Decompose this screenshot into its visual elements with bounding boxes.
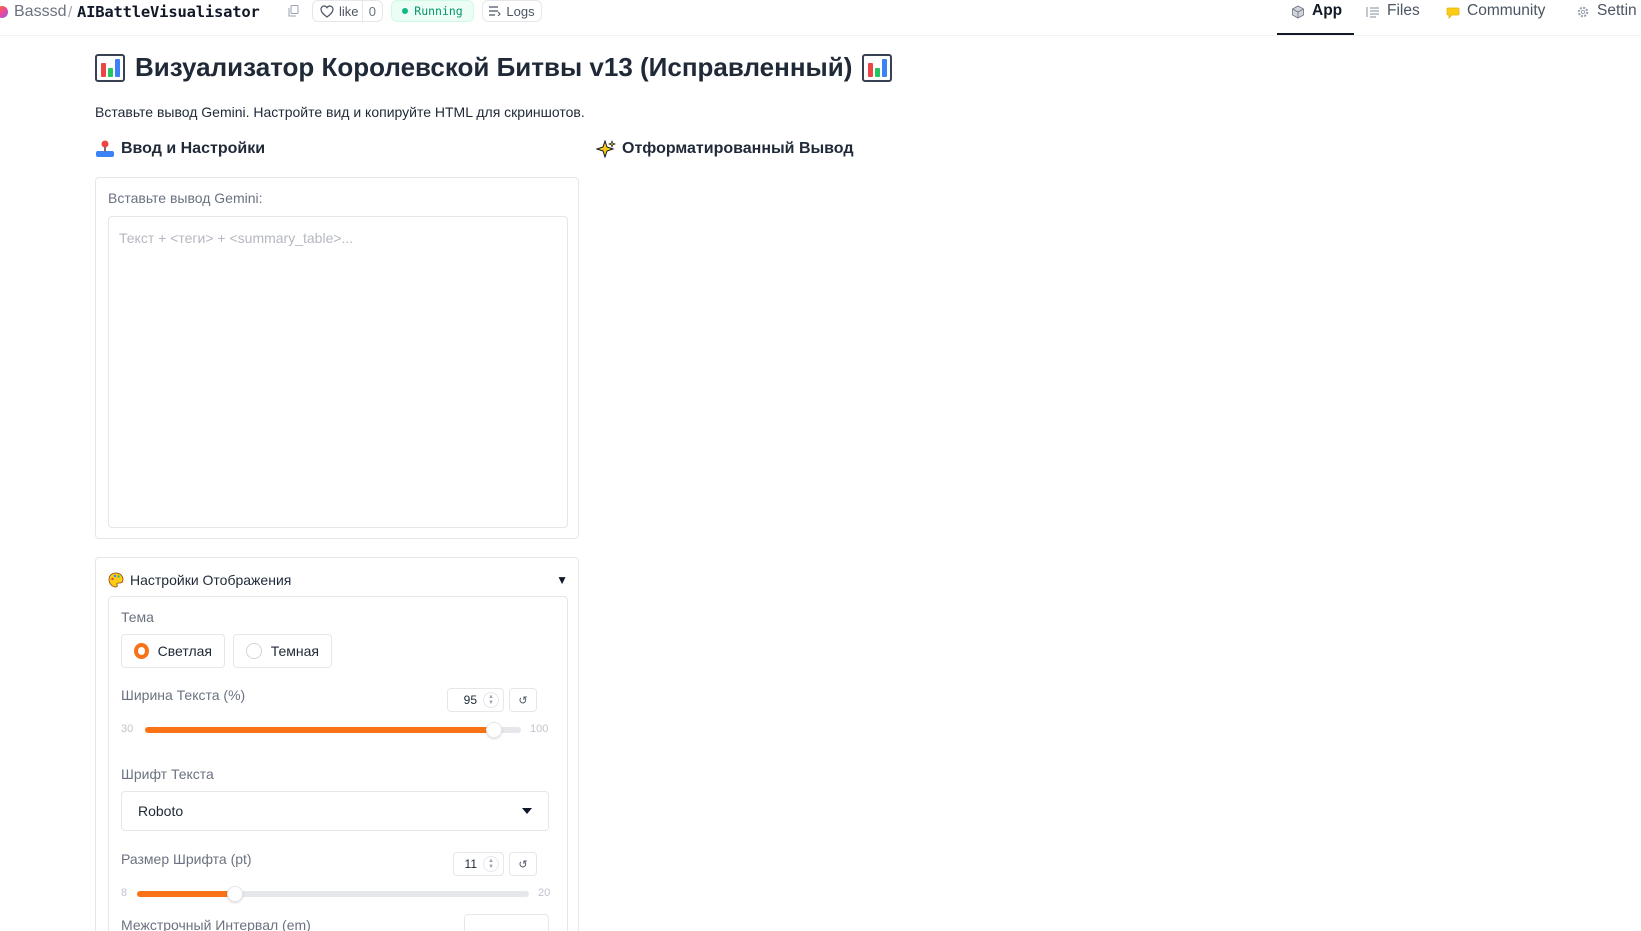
output-section-heading: Отформатированный Вывод <box>596 140 854 158</box>
font-size-reset-button[interactable]: ↺ <box>509 852 537 876</box>
joystick-icon <box>96 140 114 157</box>
tab-files-label: Files <box>1387 2 1420 19</box>
logs-label: Logs <box>506 3 535 19</box>
font-size-min: 8 <box>121 887 128 899</box>
theme-label: Тема <box>121 609 154 625</box>
font-selected-value: Roboto <box>138 803 184 819</box>
radio-checked-icon <box>134 643 149 659</box>
text-width-slider-thumb[interactable] <box>486 722 502 738</box>
page-title: Визуализатор Королевской Битвы v13 (Испр… <box>95 52 893 83</box>
palette-icon <box>108 572 124 588</box>
breadcrumb-separator: / <box>68 3 73 21</box>
owner-avatar[interactable] <box>0 6 8 18</box>
status-dot <box>402 8 409 14</box>
theme-dark-radio[interactable]: Темная <box>233 634 332 668</box>
font-size-number-input[interactable]: 11 ▲ ▼ <box>453 852 504 876</box>
logs-button[interactable]: Logs <box>482 0 542 22</box>
like-button[interactable]: like 0 <box>312 0 383 22</box>
text-width-slider[interactable] <box>145 722 521 738</box>
page-subtitle: Вставьте вывод Gemini. Настройте вид и к… <box>95 104 585 120</box>
font-size-slider[interactable] <box>137 886 529 902</box>
text-width-max: 100 <box>530 723 549 735</box>
tab-settings-label: Settin <box>1597 2 1637 19</box>
font-dropdown[interactable]: Roboto <box>121 791 549 831</box>
theme-light-label: Светлая <box>157 643 212 659</box>
output-section-title: Отформатированный Вывод <box>622 140 854 157</box>
display-settings-title: Настройки Отображения <box>130 572 292 588</box>
display-settings-accordion: Настройки Отображения ▼ Тема Светлая Тем… <box>95 557 579 931</box>
status-badge: Running <box>391 0 474 22</box>
gemini-input-label: Вставьте вывод Gemini: <box>108 190 263 206</box>
tab-community-label: Community <box>1467 2 1546 19</box>
top-bar: Basssd / AIBattleVisualisator like 0 Run… <box>0 0 1641 36</box>
bar-chart-icon <box>862 53 893 82</box>
community-icon <box>1446 7 1460 19</box>
text-width-number-input[interactable]: 95 ▲ ▼ <box>447 688 504 712</box>
heart-icon <box>320 4 334 18</box>
tab-community[interactable]: Community <box>1446 0 1545 36</box>
text-width-slider-fill <box>145 727 494 733</box>
stepper-icon[interactable]: ▲ ▼ <box>483 692 499 708</box>
text-width-reset-button[interactable]: ↺ <box>509 688 537 712</box>
cube-icon <box>1292 5 1304 19</box>
radio-unchecked-icon <box>246 643 262 659</box>
copy-icon[interactable] <box>288 5 299 17</box>
status-text: Running <box>414 4 463 18</box>
tab-app-label: App <box>1312 2 1343 19</box>
files-icon <box>1366 7 1379 18</box>
logs-icon <box>489 6 502 16</box>
font-size-slider-thumb[interactable] <box>227 886 243 902</box>
input-section-heading: Ввод и Настройки <box>95 140 265 158</box>
like-count: 0 <box>361 1 382 21</box>
page-title-text: Визуализатор Королевской Битвы v13 (Испр… <box>135 52 853 82</box>
text-width-min: 30 <box>121 723 134 735</box>
font-size-label: Размер Шрифта (pt) <box>121 851 252 867</box>
gear-icon <box>1577 6 1589 18</box>
accordion-arrow-icon: ▼ <box>556 573 568 587</box>
stepper-icon[interactable]: ▲ ▼ <box>483 856 499 872</box>
input-card: Вставьте вывод Gemini: <box>95 177 579 539</box>
gemini-output-input[interactable] <box>108 216 568 528</box>
line-spacing-number-input[interactable] <box>464 914 549 931</box>
sparkles-icon <box>596 140 616 158</box>
theme-light-radio[interactable]: Светлая <box>121 634 225 668</box>
tab-files[interactable]: Files <box>1366 0 1420 36</box>
font-label: Шрифт Текста <box>121 766 214 782</box>
like-label: like <box>339 3 359 19</box>
font-size-max: 20 <box>538 887 551 899</box>
tab-settings[interactable]: Settin <box>1576 0 1637 36</box>
owner-link[interactable]: Basssd <box>14 2 66 22</box>
line-spacing-label: Межстрочный Интервал (em) <box>121 917 311 931</box>
repo-name[interactable]: AIBattleVisualisator <box>77 2 260 22</box>
bar-chart-icon <box>95 53 125 82</box>
display-settings-body: Тема Светлая Темная Ширина Текста (%) 95… <box>108 596 568 931</box>
font-size-slider-fill <box>137 891 235 897</box>
text-width-value: 95 <box>463 693 477 707</box>
display-settings-toggle[interactable]: Настройки Отображения ▼ <box>108 569 568 591</box>
chevron-down-icon <box>522 808 532 814</box>
text-width-label: Ширина Текста (%) <box>121 687 246 703</box>
theme-dark-label: Темная <box>270 643 319 659</box>
font-size-value: 11 <box>464 857 477 871</box>
input-section-title: Ввод и Настройки <box>121 140 266 157</box>
tab-app[interactable]: App <box>1277 0 1354 35</box>
